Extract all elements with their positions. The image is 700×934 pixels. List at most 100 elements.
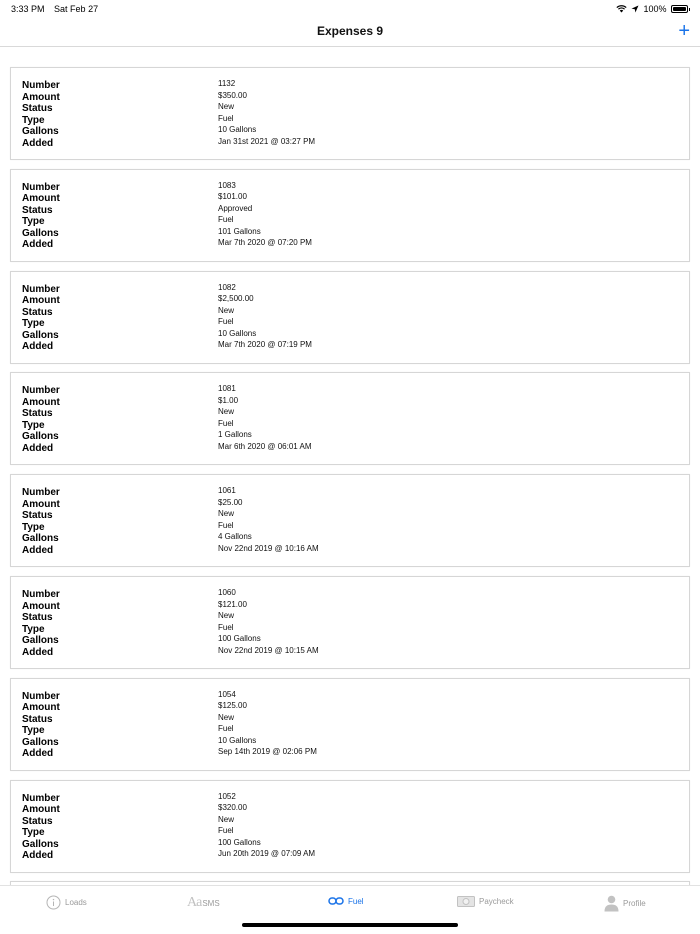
add-expense-button[interactable]: + <box>678 19 690 43</box>
expense-card[interactable]: Number 1060 Amount $121.00 Status New Type Fuel… <box>10 576 690 669</box>
expense-row-gallons: Gallons 10 Gallons <box>22 328 682 342</box>
expense-row-type: Type Fuel <box>22 418 682 432</box>
expense-row-added: Added Nov 22nd 2019 @ 10:15 AM <box>22 645 682 659</box>
expense-card[interactable]: Number 1132 Amount $350.00 Status New Type Fuel… <box>10 67 690 160</box>
expense-card[interactable]: Number 1054 Amount $125.00 Status New Type Fuel… <box>10 677 690 771</box>
expense-value-gallons: 100 Gallons <box>218 634 261 643</box>
expense-row-number: Number 1082 <box>22 282 682 296</box>
tab-paycheck[interactable]: Paycheck <box>457 895 514 908</box>
expense-label-amount: Amount <box>22 804 60 816</box>
expense-label-type: Type <box>22 521 45 533</box>
expense-row-number: Number 1052 <box>22 791 682 805</box>
expense-label-amount: Amount <box>22 702 60 714</box>
expense-row-amount: Amount $320.00 <box>22 803 682 816</box>
expense-value-status: New <box>218 305 235 315</box>
expense-row-status: Status New <box>22 305 682 319</box>
expense-label-type: Type <box>22 419 45 431</box>
expense-row-number: Number 1132 <box>22 79 682 92</box>
expense-value-amount: $101.00 <box>218 192 247 202</box>
expense-label-type: Type <box>22 725 45 737</box>
expense-row-gallons: Gallons 101 Gallons <box>22 227 682 240</box>
expense-value-number: 1060 <box>218 588 236 597</box>
expense-label-gallons: Gallons <box>22 533 59 545</box>
expense-label-gallons: Gallons <box>22 635 59 646</box>
expense-row-status: Status New <box>22 509 682 522</box>
expense-label-status: Status <box>22 408 53 420</box>
tab-fuel[interactable]: Fuel <box>328 895 364 907</box>
expense-value-status: New <box>218 509 235 519</box>
expense-label-added: Added <box>22 239 54 251</box>
expense-value-amount: $350.00 <box>218 90 247 100</box>
expense-row-type: Type Fuel <box>22 317 682 330</box>
expense-label-gallons: Gallons <box>22 227 59 239</box>
expense-row-number: Number 1054 <box>22 689 682 703</box>
expense-value-status: New <box>218 814 235 824</box>
tab-sms[interactable]: Aa SMS <box>187 895 220 911</box>
expense-card[interactable]: Number 1061 Amount $25.00 Status New Type Fuel G… <box>10 474 690 568</box>
expense-value-type: Fuel <box>218 520 234 530</box>
expense-value-amount: $320.00 <box>218 803 247 813</box>
battery-icon <box>670 5 688 13</box>
expense-row-added: Added Nov 22nd 2019 @ 10:16 AM <box>22 544 682 557</box>
link-icon <box>328 897 344 905</box>
expense-row-added: Added Mar 6th 2020 @ 06:01 AM <box>22 442 682 455</box>
expense-value-added: Mar 7th 2020 @ 07:19 PM <box>218 340 312 350</box>
expense-row-status: Status New <box>22 407 682 420</box>
expense-value-gallons: 10 Gallons <box>218 328 257 338</box>
expense-row-gallons: Gallons 4 Gallons <box>22 532 682 545</box>
expense-label-gallons: Gallons <box>22 329 59 341</box>
expense-label-number: Number <box>22 80 60 91</box>
wifi-icon <box>616 5 628 13</box>
expense-label-status: Status <box>22 306 53 318</box>
expense-label-number: Number <box>22 181 60 193</box>
expense-value-status: New <box>218 407 235 417</box>
expense-value-number: 1082 <box>218 282 236 292</box>
expense-value-amount: $125.00 <box>218 701 247 711</box>
expense-label-status: Status <box>22 815 53 827</box>
person-icon <box>604 895 619 912</box>
tab-fuel-label: Fuel <box>348 896 364 906</box>
expense-value-type: Fuel <box>218 724 234 734</box>
status-time: 3:33 PM <box>11 4 45 14</box>
expense-label-added: Added <box>22 850 54 862</box>
expense-row-type: Type Fuel <box>22 623 682 636</box>
tab-loads[interactable]: Loads <box>46 895 87 910</box>
expense-row-amount: Amount $121.00 <box>22 600 682 613</box>
expense-label-added: Added <box>22 544 54 556</box>
expense-card[interactable]: Number 1082 Amount $2,500.00 Status New Type Fu… <box>10 270 690 364</box>
location-arrow-icon <box>631 5 639 13</box>
expense-label-status: Status <box>22 204 53 216</box>
expense-row-number: Number 1061 <box>22 486 682 499</box>
expense-row-status: Status New <box>22 713 682 726</box>
expense-row-added: Added Jan 31st 2021 @ 03:27 PM <box>22 137 682 150</box>
expense-label-gallons: Gallons <box>22 126 59 137</box>
expense-value-type: Fuel <box>218 418 234 428</box>
expense-value-added: Mar 7th 2020 @ 07:20 PM <box>218 238 312 248</box>
expense-row-amount: Amount $25.00 <box>22 498 682 511</box>
expense-card[interactable]: Number 1052 Amount $320.00 Status New Type Fuel… <box>10 779 690 873</box>
expense-label-status: Status <box>22 103 53 114</box>
expense-label-number: Number <box>22 385 60 397</box>
expense-value-number: 1083 <box>218 180 236 190</box>
expense-row-status: Status New <box>22 102 682 115</box>
expense-value-number: 1052 <box>218 791 236 801</box>
expense-card[interactable]: Number 1081 Amount $1.00 Status New Type Fuel Ga… <box>10 372 690 466</box>
tab-profile[interactable]: Profile <box>604 895 646 912</box>
expense-row-added: Added Mar 7th 2020 @ 07:19 PM <box>22 340 682 353</box>
expense-value-number: 1054 <box>218 689 236 699</box>
expense-value-gallons: 10 Gallons <box>218 125 257 134</box>
expense-row-added: Added Sep 14th 2019 @ 02:06 PM <box>22 747 682 760</box>
status-left: 3:33 PM Sat Feb 27 <box>11 4 105 14</box>
expense-row-status: Status New <box>22 814 682 828</box>
expense-card[interactable]: Number 1083 Amount $101.00 Status Approved Typ… <box>10 168 690 262</box>
expense-value-gallons: 1 Gallons <box>218 430 252 440</box>
expense-list[interactable]: Number 1132 Amount $350.00 Status New Type Fuel… <box>0 47 700 885</box>
home-indicator <box>242 923 458 927</box>
expense-value-added: Sep 14th 2019 @ 02:06 PM <box>218 747 317 757</box>
expense-label-type: Type <box>22 623 45 635</box>
expense-value-added: Nov 22nd 2019 @ 10:15 AM <box>218 645 319 655</box>
expense-row-status: Status Approved <box>22 204 682 217</box>
expense-label-gallons: Gallons <box>22 838 59 850</box>
expense-row-type: Type Fuel <box>22 520 682 534</box>
expense-row-amount: Amount $1.00 <box>22 396 682 409</box>
